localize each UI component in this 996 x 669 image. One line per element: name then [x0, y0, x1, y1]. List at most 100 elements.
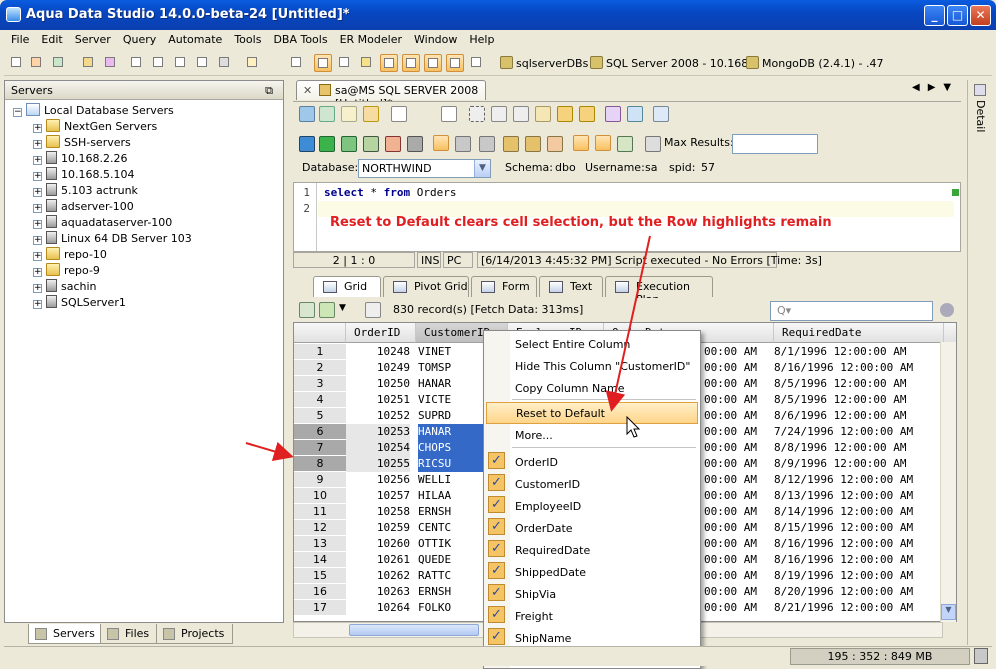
view-rows-icon[interactable]	[424, 54, 442, 72]
chevron-down-icon[interactable]: ▼	[339, 303, 346, 313]
grid-cell[interactable]: 10257	[346, 488, 410, 504]
detail-label[interactable]: Detail	[974, 100, 987, 132]
cut-icon[interactable]	[491, 106, 507, 122]
grid-cell[interactable]: 00:00 AM	[704, 600, 772, 616]
grid-cell[interactable]: 00:00 AM	[704, 520, 772, 536]
tree-item[interactable]: + sachin	[33, 279, 97, 295]
grid-cell[interactable]: 10255	[346, 456, 410, 472]
grid-cell[interactable]: 7/24/1996 12:00:00 AM	[774, 424, 942, 440]
row-number[interactable]: 6	[294, 424, 346, 440]
grid-cell[interactable]: 10263	[346, 584, 410, 600]
grid-cell[interactable]: 00:00 AM	[704, 584, 772, 600]
db-connect-icon[interactable]	[525, 136, 541, 152]
menu-copy-column-name[interactable]: Copy Column Name	[484, 378, 700, 400]
row-number[interactable]: 15	[294, 568, 346, 584]
grid-cell[interactable]: 8/13/1996 12:00:00 AM	[774, 488, 942, 504]
table-data-icon[interactable]	[172, 54, 190, 72]
play-icon[interactable]	[319, 136, 335, 152]
redo-icon[interactable]	[579, 106, 595, 122]
grid-cell[interactable]: 10250	[346, 376, 410, 392]
grid-cell[interactable]: 8/5/1996 12:00:00 AM	[774, 392, 942, 408]
grid-cell[interactable]: 10254	[346, 440, 410, 456]
row-number[interactable]: 14	[294, 552, 346, 568]
column-header[interactable]: OrderID	[346, 323, 416, 343]
grid-cell[interactable]: 8/16/1996 12:00:00 AM	[774, 552, 942, 568]
export-icon[interactable]	[244, 54, 262, 72]
grid-cell[interactable]: 10258	[346, 504, 410, 520]
grid-cell[interactable]: 00:00 AM	[704, 536, 772, 552]
grid-cell[interactable]: 00:00 AM	[704, 360, 772, 376]
grid-cell[interactable]: HILAA	[418, 488, 484, 504]
menu-er-modeler[interactable]: ER Modeler	[333, 30, 407, 46]
row-number[interactable]: 11	[294, 504, 346, 520]
query-window-icon[interactable]	[128, 54, 146, 72]
menu-file[interactable]: File	[4, 30, 34, 46]
grid-cell[interactable]: CHOPS	[418, 440, 484, 456]
grid-cell[interactable]: 10249	[346, 360, 410, 376]
menu-column-toggle[interactable]: OrderDate	[484, 518, 700, 540]
row-number[interactable]: 8	[294, 456, 346, 472]
step-icon[interactable]	[341, 136, 357, 152]
tab-pivot-grid[interactable]: Pivot Grid	[383, 276, 469, 297]
trash-icon[interactable]	[974, 648, 988, 664]
grid-cell[interactable]: OTTIK	[418, 536, 484, 552]
document-tab[interactable]: ✕ sa@MS SQL SERVER 2008 [Untitled]*	[296, 80, 486, 110]
grid-cell[interactable]: SUPRD	[418, 408, 484, 424]
results-split-icon[interactable]	[617, 136, 633, 152]
print-icon[interactable]	[216, 54, 234, 72]
grid-search-input[interactable]: Q▾	[770, 301, 933, 321]
grid-cell[interactable]: 10259	[346, 520, 410, 536]
grid-cell[interactable]: VINET	[418, 344, 484, 360]
server-properties-icon[interactable]	[50, 54, 68, 72]
menu-select-entire-column[interactable]: Select Entire Column	[484, 334, 700, 356]
view-split-icon[interactable]	[336, 54, 354, 72]
grid-cell[interactable]: 10251	[346, 392, 410, 408]
table-icon[interactable]	[645, 136, 661, 152]
grid-cell[interactable]: 00:00 AM	[704, 504, 772, 520]
tree-item[interactable]: +10.168.2.26	[33, 151, 127, 167]
tree-item[interactable]: + repo-9	[33, 263, 100, 279]
grid-cell[interactable]: 10256	[346, 472, 410, 488]
grid-cell[interactable]: 8/5/1996 12:00:00 AM	[774, 376, 942, 392]
menu-dba-tools[interactable]: DBA Tools	[266, 30, 332, 46]
tree-item[interactable]: +5.103 actrunk	[33, 183, 138, 199]
grid-cell[interactable]: QUEDE	[418, 552, 484, 568]
tab-text[interactable]: Text	[539, 276, 603, 297]
menu-column-toggle[interactable]: ShipVia	[484, 584, 700, 606]
menu-hide-column[interactable]: Hide This Column "CustomerID"	[484, 356, 700, 378]
menu-server[interactable]: Server	[68, 30, 116, 46]
menu-column-toggle[interactable]: ShippedDate	[484, 562, 700, 584]
grid-cell[interactable]: 10248	[346, 344, 410, 360]
tree-item[interactable]: +10.168.5.104	[33, 167, 134, 183]
results-grid-icon[interactable]	[573, 135, 589, 151]
grid-options-icon[interactable]	[299, 302, 315, 318]
new-doc-icon[interactable]	[391, 106, 407, 122]
grid-cell[interactable]: 8/8/1996 12:00:00 AM	[774, 440, 942, 456]
row-number[interactable]: 3	[294, 376, 346, 392]
tree-root[interactable]: − Local Database Servers	[13, 103, 174, 119]
new-connection-icon[interactable]	[8, 54, 26, 72]
row-number[interactable]: 10	[294, 488, 346, 504]
grid-cell[interactable]: 8/16/1996 12:00:00 AM	[774, 536, 942, 552]
rollback-icon[interactable]	[385, 136, 401, 152]
editor-icon[interactable]	[194, 54, 212, 72]
tree-item[interactable]: + repo-10	[33, 247, 107, 263]
commit-icon[interactable]	[363, 136, 379, 152]
grid-cell[interactable]: VICTE	[418, 392, 484, 408]
menu-automate[interactable]: Automate	[161, 30, 227, 46]
menu-edit[interactable]: Edit	[34, 30, 67, 46]
tab-projects[interactable]: Projects	[156, 624, 234, 644]
refresh-icon[interactable]	[365, 302, 381, 318]
grid-cell[interactable]: TOMSP	[418, 360, 484, 376]
select-icon[interactable]	[469, 106, 485, 122]
grid-cell[interactable]: 00:00 AM	[704, 568, 772, 584]
grid-cell[interactable]: 8/20/1996 12:00:00 AM	[774, 584, 942, 600]
replace-icon[interactable]	[627, 106, 643, 122]
connection-mongodb[interactable]: MongoDB (2.4.1) - .47	[746, 56, 883, 70]
view-results-icon[interactable]	[358, 54, 376, 72]
view-grid-icon[interactable]	[314, 54, 332, 72]
tab-grid[interactable]: Grid	[313, 276, 381, 297]
tree-item[interactable]: + Linux 64 DB Server 103	[33, 231, 192, 247]
row-number[interactable]: 7	[294, 440, 346, 456]
row-number[interactable]: 4	[294, 392, 346, 408]
